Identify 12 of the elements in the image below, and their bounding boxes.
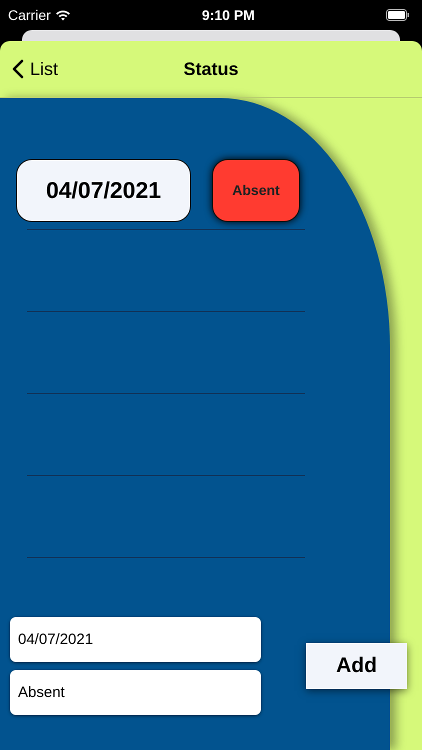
back-button[interactable]: List — [12, 56, 58, 82]
nav-title: Status — [184, 58, 238, 80]
status-input-field[interactable]: Absent — [10, 670, 261, 715]
add-button[interactable]: Add — [306, 643, 407, 689]
wifi-icon — [54, 9, 71, 21]
carrier-label: Carrier — [8, 6, 51, 24]
date-input-field[interactable]: 04/07/2021 — [10, 617, 261, 662]
battery-icon — [386, 9, 410, 21]
status-button[interactable]: Absent — [212, 159, 300, 222]
status-time: 9:10 PM — [202, 6, 255, 24]
date-label: 04/07/2021 — [16, 159, 191, 222]
back-chevron-icon — [12, 59, 24, 79]
